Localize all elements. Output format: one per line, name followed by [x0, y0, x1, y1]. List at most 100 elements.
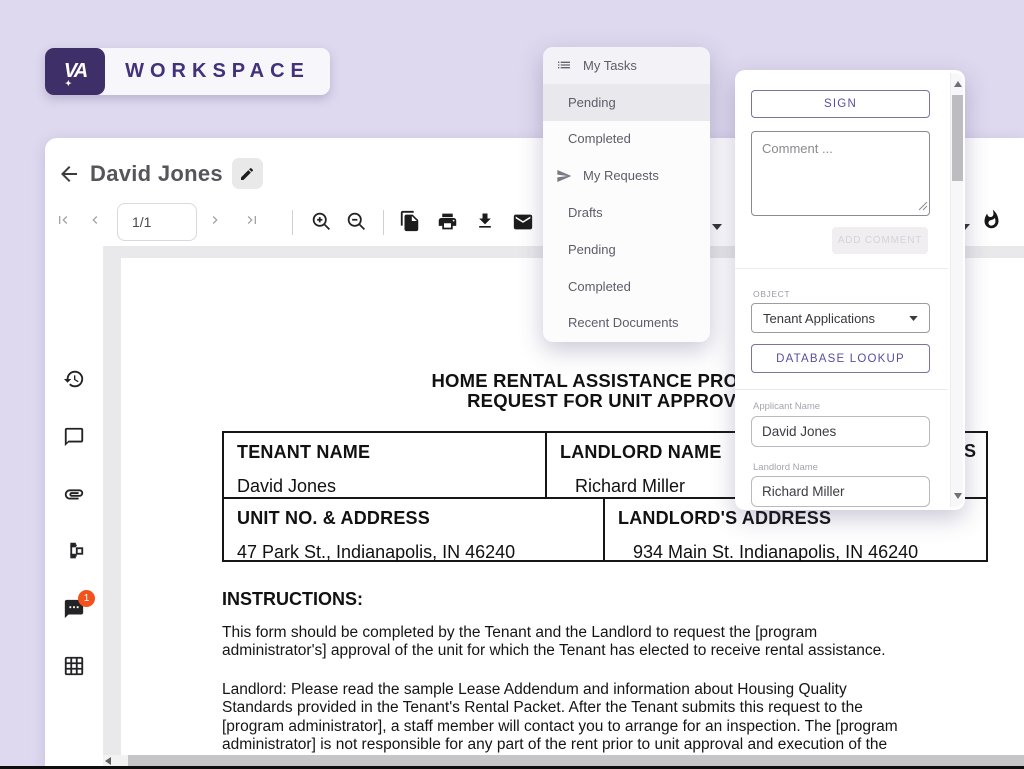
copy-icon: [399, 210, 421, 232]
print-icon: [437, 211, 458, 232]
document-title: David Jones: [90, 161, 223, 187]
menu-item-drafts[interactable]: Drafts: [543, 194, 710, 231]
list-icon: [556, 57, 572, 73]
first-page-button[interactable]: [55, 212, 71, 231]
hot-actions-button[interactable]: [981, 209, 1002, 233]
database-lookup-button[interactable]: DATABASE LOOKUP: [751, 344, 930, 373]
sign-button[interactable]: SIGN: [751, 90, 930, 118]
more-tools-dropdown[interactable]: [712, 218, 722, 233]
menu-item-label: My Tasks: [583, 58, 637, 73]
arrow-back-icon: [57, 162, 81, 186]
email-button[interactable]: [512, 211, 534, 236]
document-header: David Jones: [57, 158, 263, 189]
previous-page-icon: [87, 212, 103, 228]
workflow-icon: [63, 540, 85, 562]
zoom-in-icon: [311, 211, 332, 232]
panel-divider: [735, 389, 948, 390]
partially-hidden-column-text: S: [964, 441, 976, 462]
zoom-in-button[interactable]: [311, 211, 332, 235]
applicant-name-label: Applicant Name: [753, 401, 820, 412]
unit-address-value: 47 Park St., Indianapolis, IN 46240: [237, 542, 603, 563]
chat-button[interactable]: 1: [63, 598, 85, 620]
object-select-value: Tenant Applications: [763, 311, 875, 326]
applicant-name-input[interactable]: [751, 416, 930, 447]
instructions-paragraph-1: This form should be completed by the Ten…: [222, 624, 886, 661]
flame-icon: [981, 209, 1002, 230]
pencil-icon: [239, 166, 255, 182]
copy-button[interactable]: [399, 210, 421, 235]
comment-input[interactable]: [751, 131, 930, 216]
sparkle-icon: ✦: [65, 79, 72, 88]
workspace-logo: VA ✦ WORKSPACE: [45, 48, 330, 95]
actions-side-panel: SIGN ADD COMMENT OBJECT Tenant Applicati…: [735, 70, 965, 510]
next-page-icon: [207, 212, 223, 228]
zoom-out-button[interactable]: [346, 211, 367, 235]
menu-item-pending[interactable]: Pending: [543, 84, 710, 121]
tasks-dropdown-menu: My Tasks Pending Completed My Requests D…: [543, 47, 710, 342]
send-icon: [556, 168, 572, 184]
menu-item-label: Completed: [568, 279, 631, 294]
chat-notification-badge: 1: [78, 590, 95, 607]
download-button[interactable]: [475, 211, 495, 234]
menu-item-completed-requests[interactable]: Completed: [543, 268, 710, 305]
add-comment-button[interactable]: ADD COMMENT: [832, 227, 928, 254]
menu-item-label: Recent Documents: [568, 315, 679, 330]
paperclip-icon: [63, 483, 85, 505]
menu-item-completed[interactable]: Completed: [543, 121, 710, 158]
rename-document-button[interactable]: [232, 158, 263, 189]
panel-scrollbar[interactable]: [950, 73, 963, 507]
history-icon: [63, 368, 85, 390]
landlord-name-input[interactable]: [751, 476, 930, 507]
menu-item-label: Completed: [568, 131, 631, 146]
menu-item-my-requests[interactable]: My Requests: [543, 157, 710, 194]
tenant-name-value: David Jones: [237, 476, 545, 497]
landlord-address-value: 934 Main St. Indianapolis, IN 46240: [618, 542, 986, 563]
panel-scrollbar-thumb[interactable]: [952, 95, 963, 181]
data-grid-button[interactable]: [63, 655, 85, 677]
horizontal-scrollbar-thumb[interactable]: [128, 755, 1024, 766]
menu-item-label: Drafts: [568, 205, 603, 220]
back-button[interactable]: [57, 162, 81, 186]
download-icon: [475, 211, 495, 231]
first-page-icon: [55, 212, 71, 228]
toolbar-divider: [292, 210, 293, 235]
comments-button[interactable]: [63, 426, 85, 448]
brand-monogram: VA ✦: [45, 48, 105, 95]
brand-name: WORKSPACE: [105, 48, 330, 95]
menu-item-label: Pending: [568, 242, 616, 257]
next-page-button[interactable]: [207, 212, 223, 231]
object-label: OBJECT: [753, 289, 790, 299]
menu-item-my-tasks[interactable]: My Tasks: [543, 47, 710, 84]
scroll-down-arrow-icon[interactable]: [954, 493, 962, 499]
tenant-name-cell: TENANT NAME David Jones: [224, 433, 547, 497]
menu-item-pending-requests[interactable]: Pending: [543, 231, 710, 268]
chevron-down-icon: [712, 224, 722, 230]
landlord-name-label: Landlord Name: [753, 462, 818, 473]
instructions-paragraph-2: Landlord: Please read the sample Lease A…: [222, 681, 898, 755]
unit-address-cell: UNIT NO. & ADDRESS 47 Park St., Indianap…: [224, 499, 605, 560]
scroll-up-arrow-icon[interactable]: [954, 81, 962, 87]
menu-item-recent-documents[interactable]: Recent Documents: [543, 305, 710, 342]
menu-item-label: My Requests: [583, 168, 659, 183]
tenant-name-label: TENANT NAME: [237, 442, 545, 463]
grid-icon: [63, 655, 85, 677]
page-number-input[interactable]: [117, 203, 197, 241]
document-tool-rail: 1: [45, 246, 103, 766]
menu-item-label: Pending: [568, 95, 616, 110]
email-icon: [512, 211, 534, 233]
landlord-address-label: LANDLORD'S ADDRESS: [618, 508, 986, 529]
horizontal-scrollbar[interactable]: [103, 755, 1024, 766]
previous-page-button[interactable]: [87, 212, 103, 231]
print-button[interactable]: [437, 211, 458, 235]
scroll-left-arrow-icon[interactable]: [105, 757, 111, 765]
last-page-button[interactable]: [244, 212, 260, 231]
instructions-heading: INSTRUCTIONS:: [222, 589, 363, 610]
last-page-icon: [244, 212, 260, 228]
workflow-button[interactable]: [63, 540, 85, 562]
history-button[interactable]: [63, 368, 85, 390]
attachments-button[interactable]: [63, 483, 85, 505]
panel-divider: [735, 268, 948, 269]
zoom-out-icon: [346, 211, 367, 232]
caret-down-icon: [909, 316, 918, 321]
object-select[interactable]: Tenant Applications: [751, 303, 930, 333]
